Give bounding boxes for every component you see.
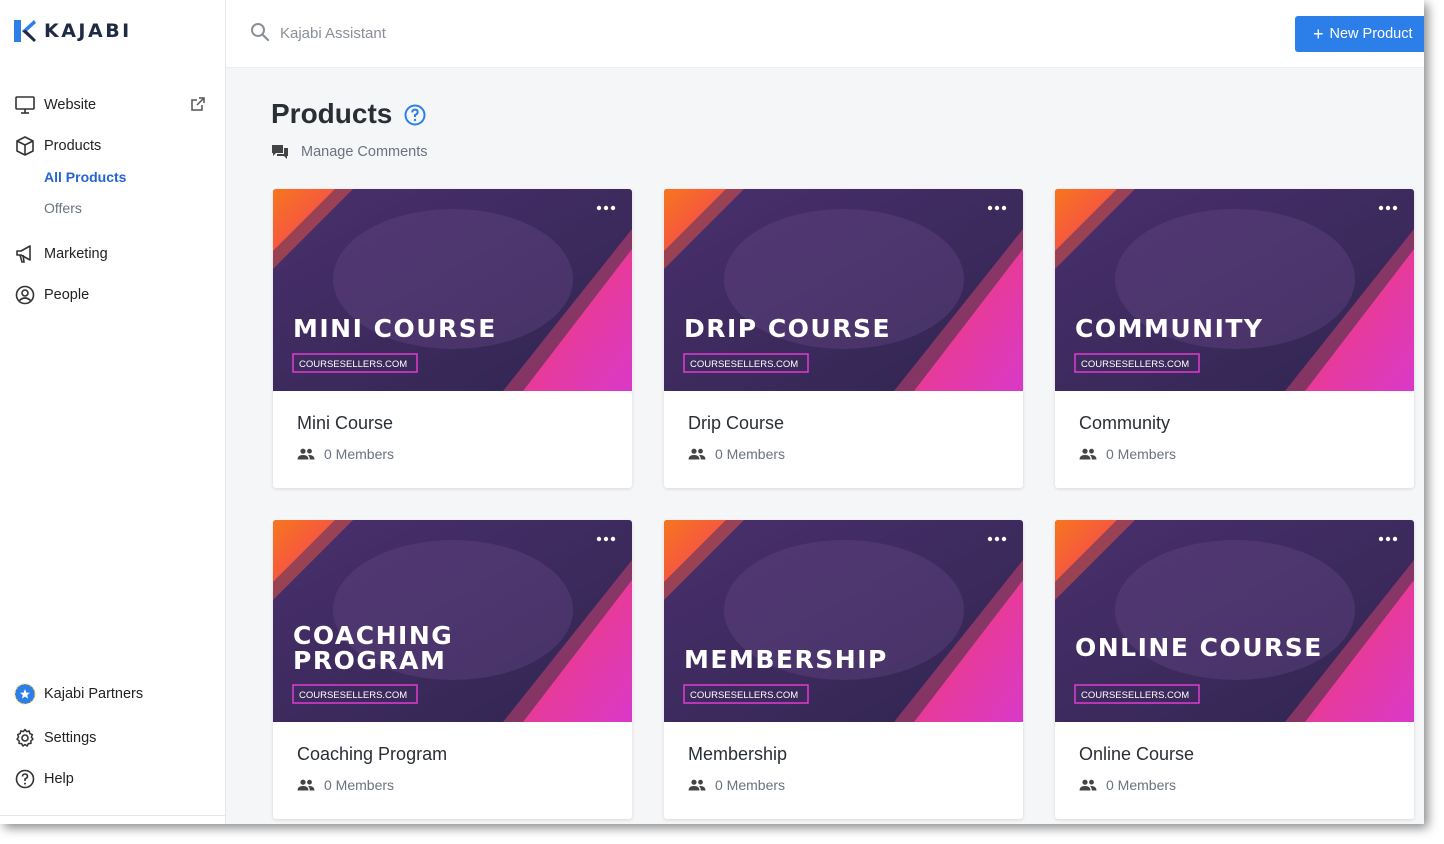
product-card[interactable]: COMMUNITY COURSESELLERS.COM Community 0 … <box>1055 189 1414 488</box>
watermark-text: COURSESELLERS.COM <box>1081 359 1189 370</box>
product-title: Community <box>1079 413 1171 433</box>
product-card[interactable]: MINI COURSE COURSESELLERS.COM Mini Cours… <box>273 189 632 488</box>
sidebar-subitem-all-products[interactable]: All Products <box>44 169 126 185</box>
members-icon <box>297 448 315 460</box>
search-icon <box>251 23 270 42</box>
banner-text: PROGRAM <box>293 646 446 675</box>
topbar: + New Product <box>226 0 1424 68</box>
new-product-label: New Product <box>1329 26 1413 42</box>
monitor-icon <box>14 94 36 116</box>
more-options-icon[interactable] <box>1376 201 1400 215</box>
product-members: 0 Members <box>688 446 785 462</box>
members-icon <box>1079 779 1097 791</box>
product-card[interactable]: DRIP COURSE COURSESELLERS.COM Drip Cours… <box>664 189 1023 488</box>
product-thumbnail: MEMBERSHIP COURSESELLERS.COM <box>664 520 1023 722</box>
product-members: 0 Members <box>688 777 785 793</box>
product-title: Mini Course <box>297 413 394 433</box>
app-window: KAJABI Website Products All Products Off… <box>0 0 1424 824</box>
plus-icon: + <box>1313 24 1324 44</box>
product-thumbnail: MINI COURSE COURSESELLERS.COM <box>273 189 632 391</box>
sidebar-item-settings[interactable]: Settings <box>14 727 210 749</box>
manage-comments-label: Manage Comments <box>301 144 428 160</box>
sidebar-item-label: Help <box>44 771 74 787</box>
members-icon <box>688 448 706 460</box>
product-thumbnail: COACHINGPROGRAM COURSESELLERS.COM <box>273 520 632 722</box>
product-card[interactable]: MEMBERSHIP COURSESELLERS.COM Membership … <box>664 520 1023 819</box>
more-options-icon[interactable] <box>594 532 618 546</box>
box-icon <box>14 135 36 157</box>
user-circle-icon <box>14 284 36 306</box>
product-members: 0 Members <box>1079 446 1176 462</box>
banner-text: DRIP COURSE <box>684 314 891 343</box>
banner-text: MEMBERSHIP <box>684 645 888 674</box>
partners-star-icon <box>14 683 36 705</box>
page-title: Products <box>271 98 393 129</box>
members-icon <box>688 779 706 791</box>
sidebar-item-label: Website <box>44 97 97 113</box>
sidebar-item-label: Marketing <box>44 246 108 262</box>
members-icon <box>297 779 315 791</box>
sidebar-divider <box>0 815 226 816</box>
more-options-icon[interactable] <box>985 532 1009 546</box>
sidebar-item-help[interactable]: Help <box>14 768 210 790</box>
product-members: 0 Members <box>297 446 394 462</box>
product-title: Coaching Program <box>297 744 448 764</box>
sidebar-item-label: People <box>44 287 90 303</box>
sidebar-item-label: Products <box>44 138 102 154</box>
banner-text: ONLINE COURSE <box>1075 633 1323 662</box>
product-title: Drip Course <box>688 413 785 433</box>
more-options-icon[interactable] <box>985 201 1009 215</box>
members-count: 0 Members <box>324 446 395 462</box>
more-options-icon[interactable] <box>1376 532 1400 546</box>
watermark-text: COURSESELLERS.COM <box>299 690 407 701</box>
banner-text: COMMUNITY <box>1075 314 1264 343</box>
watermark-text: COURSESELLERS.COM <box>1081 690 1189 701</box>
gear-icon <box>14 727 36 749</box>
sidebar-item-website[interactable]: Website <box>14 94 210 116</box>
external-link-icon[interactable] <box>190 96 206 112</box>
search-input[interactable] <box>280 20 680 46</box>
new-product-button[interactable]: + New Product <box>1295 16 1424 52</box>
comments-icon <box>272 145 288 159</box>
sidebar-item-marketing[interactable]: Marketing <box>14 243 210 265</box>
members-count: 0 Members <box>1106 777 1177 793</box>
sidebar-item-people[interactable]: People <box>14 284 210 306</box>
members-count: 0 Members <box>715 777 786 793</box>
product-card[interactable]: ONLINE COURSE COURSESELLERS.COM Online C… <box>1055 520 1414 819</box>
sidebar-item-label: Kajabi Partners <box>44 686 144 702</box>
product-members: 0 Members <box>1079 777 1176 793</box>
product-title: Online Course <box>1079 744 1195 764</box>
watermark-text: COURSESELLERS.COM <box>690 690 798 701</box>
megaphone-icon <box>14 243 36 265</box>
sidebar: KAJABI Website Products All Products Off… <box>0 0 226 824</box>
product-thumbnail: DRIP COURSE COURSESELLERS.COM <box>664 189 1023 391</box>
kajabi-logo-icon <box>14 20 36 42</box>
members-count: 0 Members <box>324 777 395 793</box>
product-thumbnail: COMMUNITY COURSESELLERS.COM <box>1055 189 1414 391</box>
sidebar-item-kajabi-partners[interactable]: Kajabi Partners <box>14 683 210 705</box>
members-count: 0 Members <box>1106 446 1177 462</box>
members-count: 0 Members <box>715 446 786 462</box>
watermark-text: COURSESELLERS.COM <box>690 359 798 370</box>
product-thumbnail: ONLINE COURSE COURSESELLERS.COM <box>1055 520 1414 722</box>
product-title: Membership <box>688 744 788 764</box>
product-card[interactable]: COACHING PROGRAM COURSESELLERS.COM Coachi… <box>273 520 632 819</box>
product-members: 0 Members <box>297 777 394 793</box>
help-icon[interactable] <box>404 104 426 126</box>
more-options-icon[interactable] <box>594 201 618 215</box>
brand-name: KAJABI <box>44 20 132 42</box>
sidebar-item-label: Settings <box>44 730 97 746</box>
watermark-text: COURSESELLERS.COM <box>299 359 407 370</box>
members-icon <box>1079 448 1097 460</box>
manage-comments-link[interactable]: Manage Comments <box>271 144 428 160</box>
help-circle-icon <box>14 768 36 790</box>
kajabi-logo[interactable]: KAJABI <box>14 20 132 42</box>
banner-text: MINI COURSE <box>293 314 497 343</box>
sidebar-subitem-offers[interactable]: Offers <box>44 200 82 216</box>
sidebar-item-products[interactable]: Products <box>14 135 210 157</box>
